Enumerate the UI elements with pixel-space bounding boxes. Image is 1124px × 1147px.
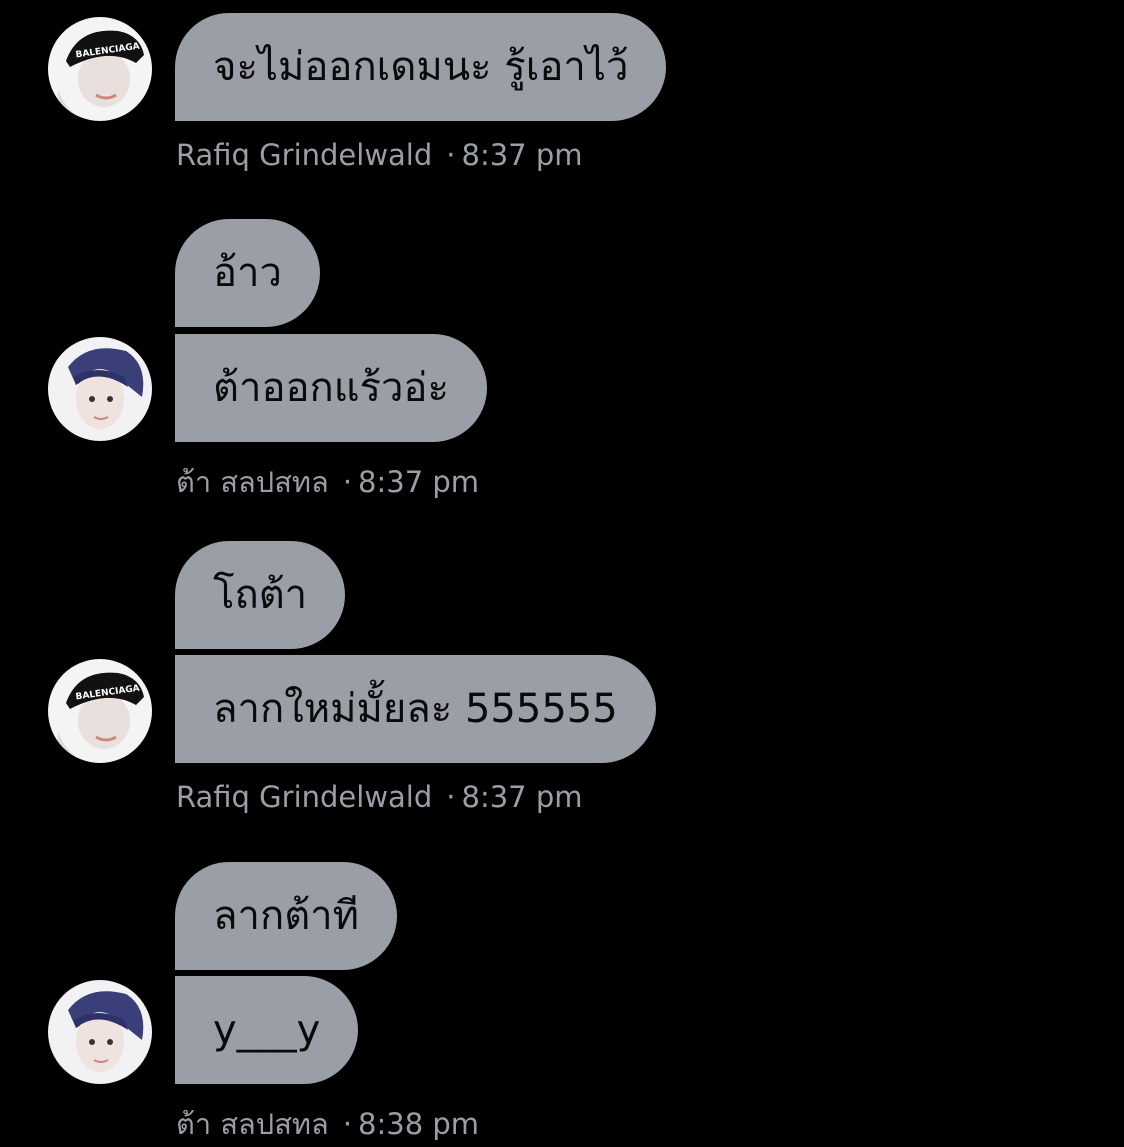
message-bubble[interactable]: y___y bbox=[175, 976, 359, 1084]
avatar-cap-icon: BALENCIAGA bbox=[48, 17, 152, 121]
avatar-cap-icon: BALENCIAGA bbox=[48, 659, 152, 763]
meta-separator: · bbox=[446, 138, 456, 172]
timestamp: 8:37 pm bbox=[358, 465, 480, 499]
message-meta: ต้า สลปสทล · 8:37 pm bbox=[176, 459, 479, 505]
message-meta: Rafiq Grindelwald · 8:37 pm bbox=[176, 138, 583, 172]
meta-separator: · bbox=[342, 465, 353, 499]
timestamp: 8:37 pm bbox=[461, 780, 583, 814]
message-bubble[interactable]: จะไม่ออกเดมนะ รู้เอาไว้ bbox=[175, 13, 667, 121]
message-bubble[interactable]: ลากต้าที bbox=[175, 862, 397, 970]
message-bubble[interactable]: ลากใหม่มั้ยละ 555555 bbox=[175, 655, 656, 763]
message-meta: ต้า สลปสทล · 8:38 pm bbox=[176, 1101, 479, 1147]
meta-separator: · bbox=[342, 1107, 353, 1141]
sender-name: ต้า สลปสทล bbox=[176, 1107, 329, 1141]
avatar-portrait-icon bbox=[48, 980, 152, 1084]
message-bubble[interactable]: โถต้า bbox=[175, 541, 346, 649]
avatar[interactable] bbox=[48, 337, 152, 441]
avatar[interactable]: BALENCIAGA bbox=[48, 17, 152, 121]
sender-name: ต้า สลปสทล bbox=[176, 465, 329, 499]
sender-name: Rafiq Grindelwald bbox=[176, 138, 433, 172]
timestamp: 8:38 pm bbox=[358, 1107, 480, 1141]
meta-separator: · bbox=[446, 780, 456, 814]
timestamp: 8:37 pm bbox=[461, 138, 583, 172]
message-meta: Rafiq Grindelwald · 8:37 pm bbox=[176, 780, 583, 814]
message-bubble[interactable]: อ้าว bbox=[175, 219, 320, 327]
avatar-portrait-icon bbox=[48, 337, 152, 441]
avatar[interactable] bbox=[48, 980, 152, 1084]
message-bubble[interactable]: ต้าออกแร้วอ่ะ bbox=[175, 334, 487, 442]
avatar[interactable]: BALENCIAGA bbox=[48, 659, 152, 763]
sender-name: Rafiq Grindelwald bbox=[176, 780, 433, 814]
